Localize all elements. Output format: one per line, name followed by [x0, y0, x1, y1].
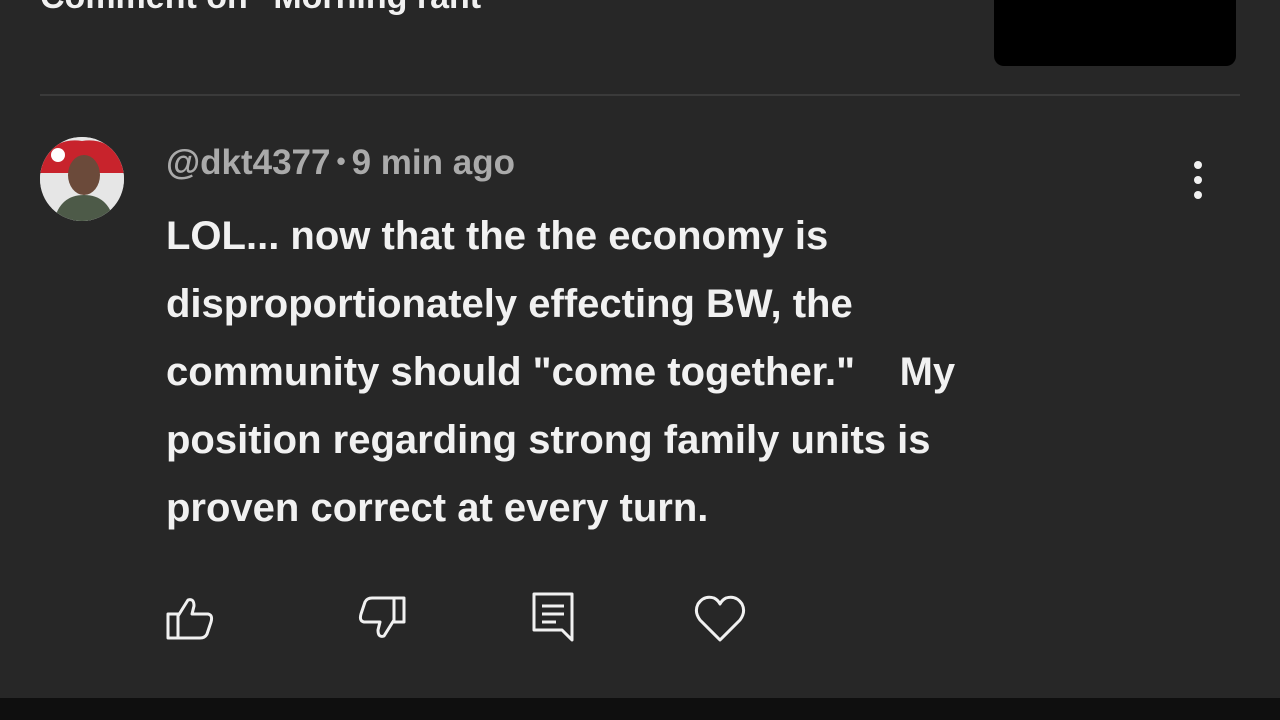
- thumbs-down-icon: [358, 596, 406, 638]
- reply-comment-icon: [532, 592, 574, 642]
- video-thumbnail[interactable]: [994, 0, 1236, 66]
- comment-page: Comment on "Morning rant" @dkt4377•9 min…: [0, 0, 1280, 720]
- meta-separator: •: [336, 146, 346, 176]
- comment-meta: @dkt4377 • 9 min ago: [166, 143, 515, 183]
- thumbs-up-icon: [166, 598, 214, 640]
- header-divider: [40, 94, 1240, 96]
- more-vert-icon: [1194, 161, 1202, 199]
- comment-author[interactable]: @dkt4377: [166, 143, 331, 182]
- bottom-bar: [0, 698, 1280, 720]
- avatar[interactable]: [40, 137, 124, 221]
- heart-button[interactable]: [692, 590, 748, 646]
- like-button[interactable]: [162, 590, 218, 646]
- comment-header-title: Comment on "Morning rant": [40, 0, 497, 17]
- comment-actions: [0, 590, 1280, 650]
- more-options-button[interactable]: [1178, 156, 1218, 204]
- reply-button[interactable]: [524, 590, 580, 646]
- dislike-button[interactable]: [354, 590, 410, 646]
- comment-text: LOL... now that the the economy is dispr…: [166, 214, 956, 530]
- comment-time: 9 min ago: [351, 143, 515, 182]
- heart-icon: [694, 595, 746, 642]
- avatar-image: [40, 137, 124, 221]
